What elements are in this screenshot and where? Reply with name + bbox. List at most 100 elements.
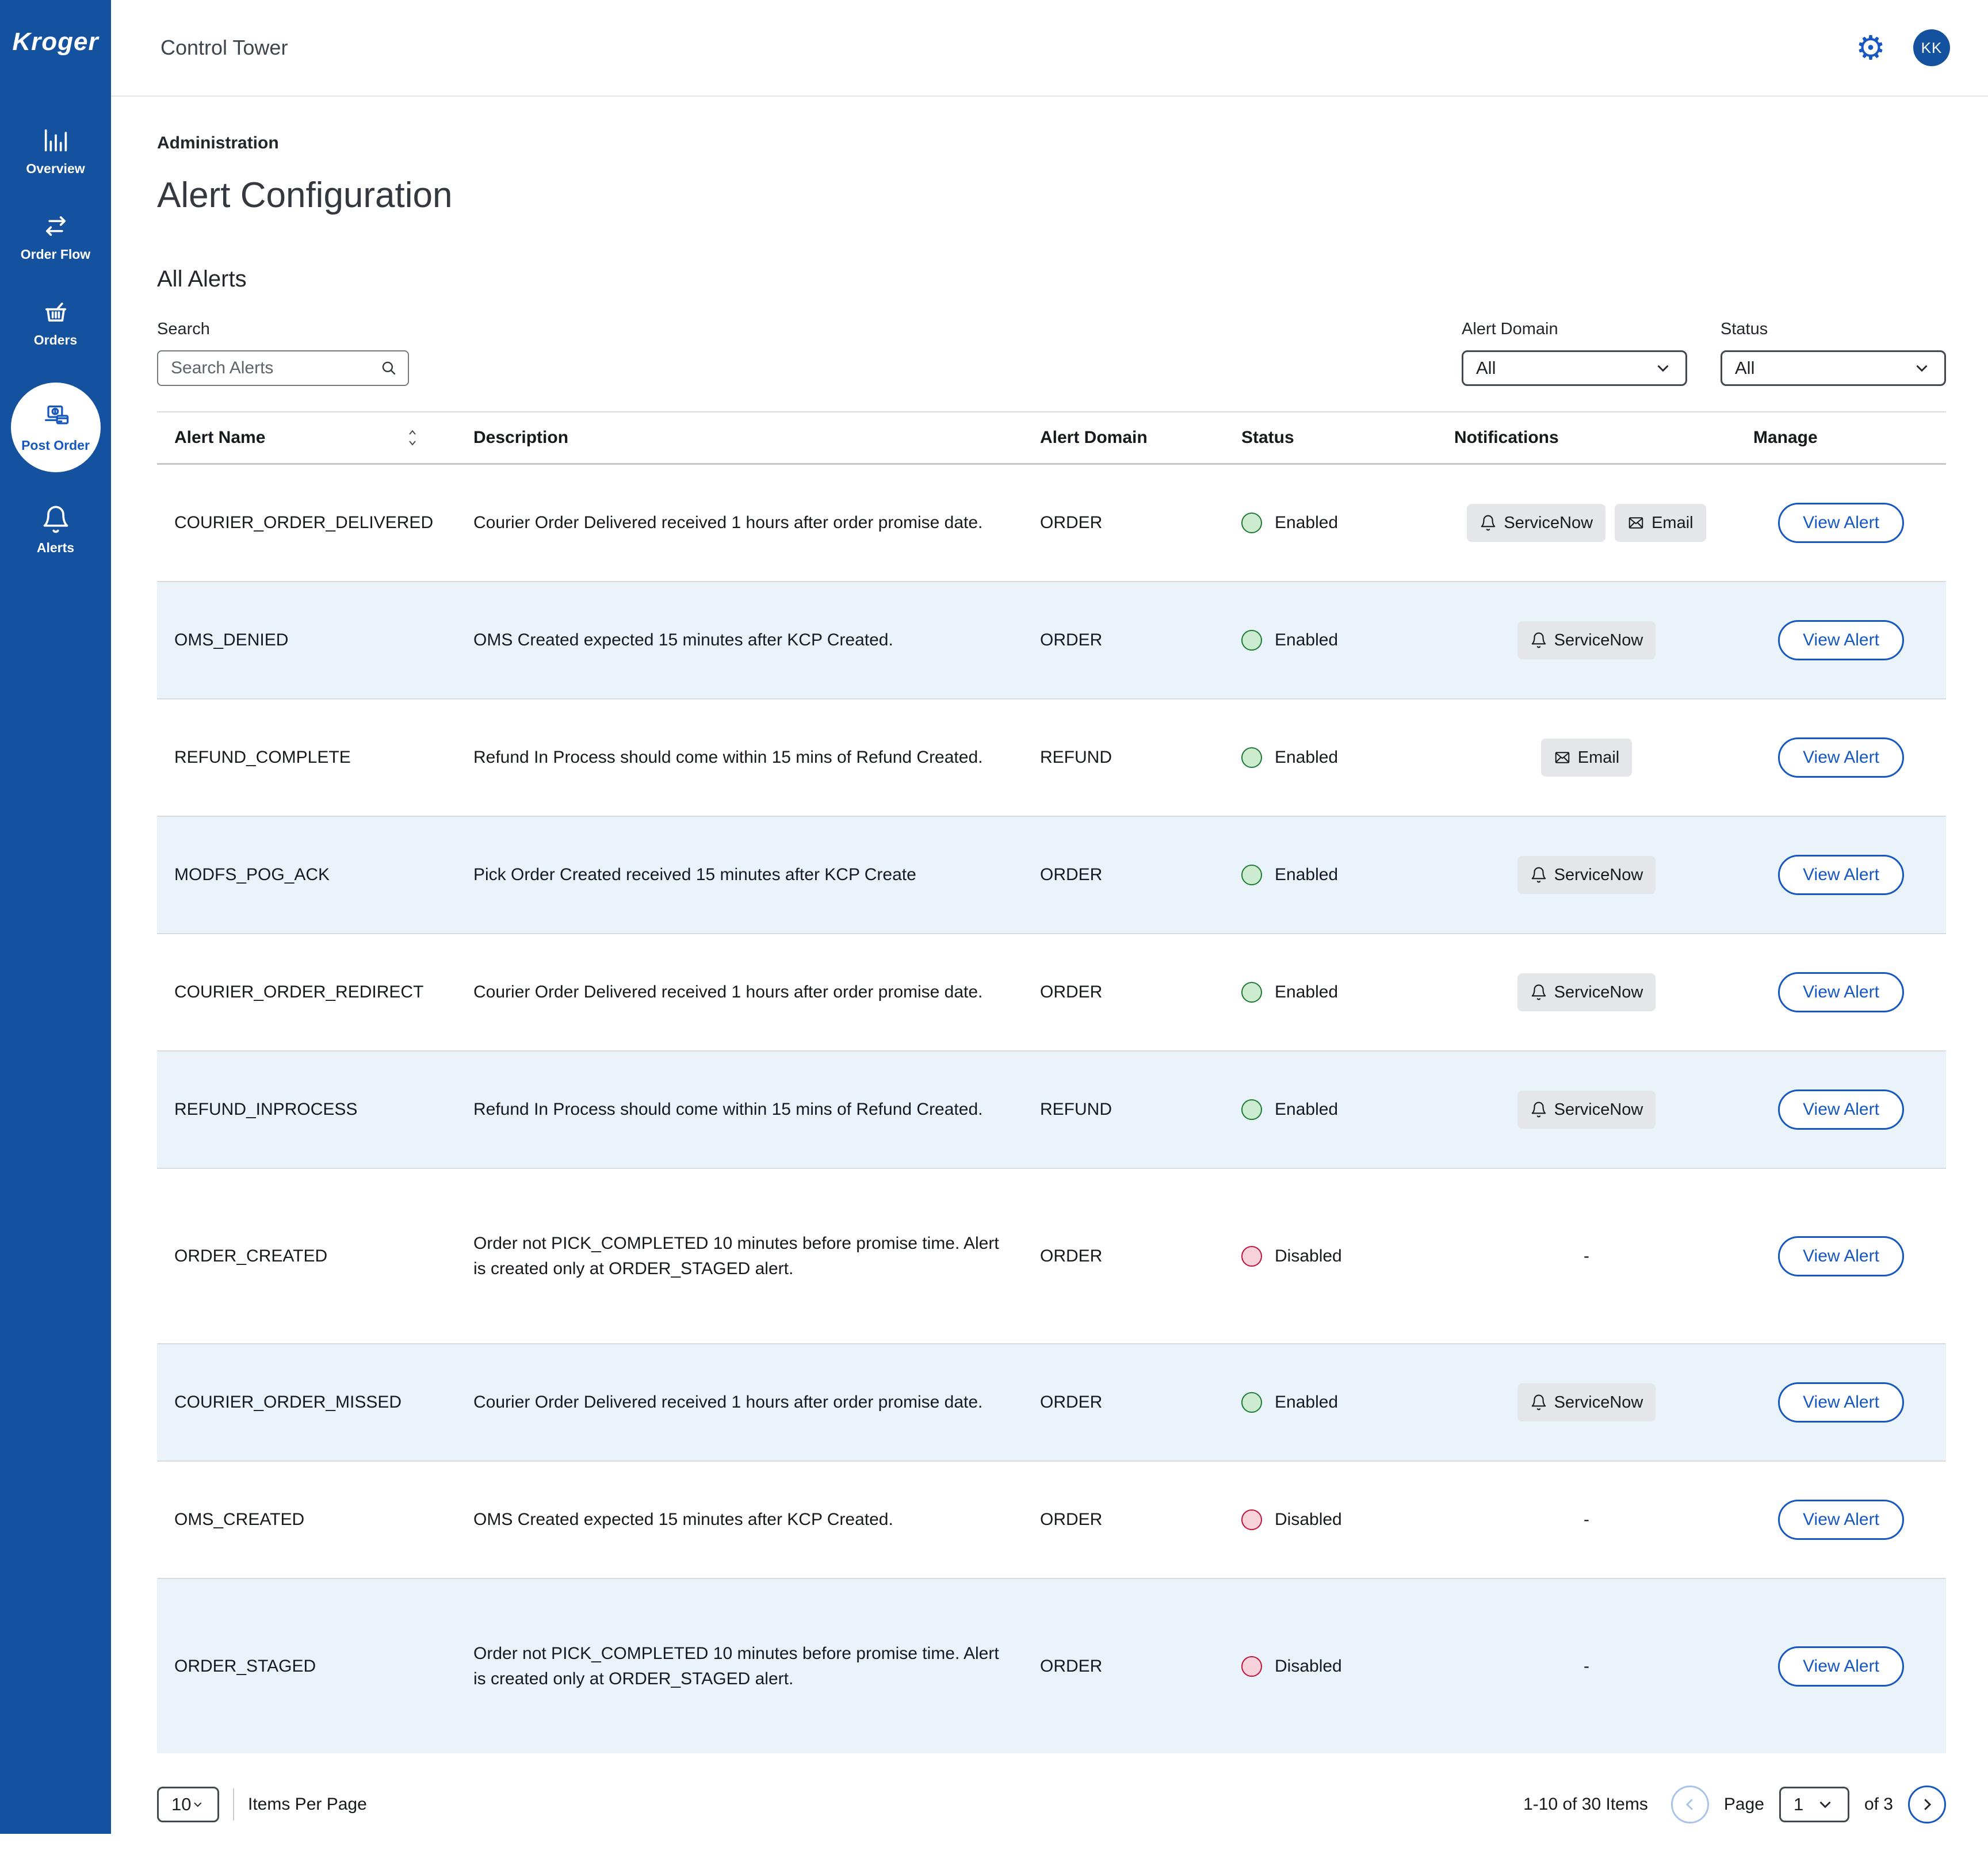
description-cell: Courier Order Delivered received 1 hours… — [456, 464, 1023, 582]
col-alert-domain: Alert Domain — [1023, 412, 1224, 464]
status-label: Status — [1721, 320, 1946, 339]
avatar[interactable]: KK — [1913, 29, 1950, 66]
chevron-down-icon — [191, 1795, 205, 1814]
manage-cell: View Alert — [1736, 1344, 1946, 1461]
table-row: COURIER_ORDER_DELIVERED Courier Order De… — [157, 464, 1946, 582]
description-cell: Order not PICK_COMPLETED 10 minutes befo… — [456, 1168, 1023, 1344]
bell-icon — [1530, 1101, 1547, 1118]
sidebar-item-alerts[interactable]: Alerts — [7, 504, 105, 556]
status-dot — [1241, 1099, 1262, 1120]
view-alert-button[interactable]: View Alert — [1778, 1500, 1904, 1540]
post-order-icon — [41, 402, 71, 432]
range-text: 1-10 of 30 Items — [1523, 1795, 1648, 1814]
notification-chip: ServiceNow — [1517, 621, 1656, 659]
page-title: Alert Configuration — [157, 175, 1946, 216]
search-wrap — [157, 350, 409, 386]
manage-cell: View Alert — [1736, 1168, 1946, 1344]
view-alert-button[interactable]: View Alert — [1778, 1382, 1904, 1423]
page-select[interactable]: 1 — [1779, 1787, 1849, 1822]
sidebar-item-orders[interactable]: Orders — [7, 297, 105, 348]
alert-domain-cell: ORDER — [1023, 1461, 1224, 1578]
alert-domain-cell: ORDER — [1023, 816, 1224, 934]
breadcrumb: Administration — [157, 133, 1946, 153]
alert-domain-cell: ORDER — [1023, 1168, 1224, 1344]
view-alert-button[interactable]: View Alert — [1778, 972, 1904, 1012]
table-row: OMS_DENIED OMS Created expected 15 minut… — [157, 582, 1946, 699]
notifications-cell: ServiceNow — [1437, 1344, 1736, 1461]
no-notifications-dash: - — [1584, 1247, 1589, 1266]
sidebar-item-order-flow[interactable]: Order Flow — [7, 211, 105, 262]
alert-domain-cell: REFUND — [1023, 699, 1224, 816]
sidebar-item-post-order[interactable]: Post Order — [11, 383, 101, 472]
next-page-button[interactable] — [1908, 1786, 1946, 1823]
status-dot — [1241, 747, 1262, 768]
alert-name-cell: MODFS_POG_ACK — [157, 816, 456, 934]
alert-domain-select[interactable]: All — [1462, 350, 1687, 386]
no-notifications-dash: - — [1584, 1657, 1589, 1676]
chevron-down-icon — [1912, 358, 1932, 378]
status-field: Status All — [1721, 320, 1946, 386]
bell-icon — [1530, 984, 1547, 1001]
prev-page-button[interactable] — [1671, 1786, 1709, 1823]
notification-chip-label: ServiceNow — [1554, 980, 1643, 1004]
view-alert-button[interactable]: View Alert — [1778, 620, 1904, 660]
view-alert-button[interactable]: View Alert — [1778, 503, 1904, 543]
status-dot — [1241, 982, 1262, 1003]
table-row: REFUND_COMPLETE Refund In Process should… — [157, 699, 1946, 816]
filters-right: Alert Domain All Status All — [1462, 320, 1946, 386]
items-per-page-select[interactable]: 10 — [157, 1787, 219, 1822]
description-cell: Order not PICK_COMPLETED 10 minutes befo… — [456, 1578, 1023, 1753]
kroger-logo: Kroger — [12, 28, 98, 56]
no-notifications-dash: - — [1584, 1510, 1589, 1529]
alert-name-cell: REFUND_INPROCESS — [157, 1051, 456, 1168]
alert-domain-value: All — [1476, 358, 1496, 379]
col-alert-name-label: Alert Name — [174, 428, 265, 448]
table-row: ORDER_STAGED Order not PICK_COMPLETED 10… — [157, 1578, 1946, 1753]
status-badge: Disabled — [1275, 1507, 1342, 1532]
sidebar-item-overview[interactable]: Overview — [7, 125, 105, 177]
view-alert-button[interactable]: View Alert — [1778, 737, 1904, 778]
description-cell: Refund In Process should come within 15 … — [456, 699, 1023, 816]
bell-icon — [1530, 632, 1547, 649]
view-alert-button[interactable]: View Alert — [1778, 855, 1904, 895]
chevron-down-icon — [1815, 1795, 1835, 1814]
chevron-right-icon — [1918, 1796, 1936, 1813]
description-cell: Pick Order Created received 15 minutes a… — [456, 816, 1023, 934]
top-bar: Control Tower ⚙ KK — [111, 0, 1988, 97]
notification-chip-label: Email — [1651, 511, 1693, 535]
description-cell: Courier Order Delivered received 1 hours… — [456, 934, 1023, 1051]
items-per-page-value: 10 — [171, 1794, 191, 1815]
description-cell: Refund In Process should come within 15 … — [456, 1051, 1023, 1168]
mail-icon — [1554, 749, 1571, 766]
view-alert-button[interactable]: View Alert — [1778, 1236, 1904, 1276]
status-cell: Enabled — [1224, 1344, 1437, 1461]
sidebar-item-label: Overview — [26, 161, 85, 177]
pagination-bar: 10 Items Per Page 1-10 of 30 Items Page … — [157, 1786, 1946, 1858]
notifications-cell: ServiceNow — [1437, 934, 1736, 1051]
notifications-cell: ServiceNow — [1437, 1051, 1736, 1168]
status-dot — [1241, 630, 1262, 651]
chevron-down-icon — [1653, 358, 1673, 378]
status-select[interactable]: All — [1721, 350, 1946, 386]
table-row: REFUND_INPROCESS Refund In Process shoul… — [157, 1051, 1946, 1168]
col-description: Description — [456, 412, 1023, 464]
alert-name-cell: COURIER_ORDER_REDIRECT — [157, 934, 456, 1051]
sort-icon[interactable] — [406, 427, 419, 448]
page-label: Page — [1724, 1795, 1764, 1814]
alert-domain-cell: ORDER — [1023, 464, 1224, 582]
topbar-right: ⚙ KK — [1856, 29, 1950, 66]
table-row: MODFS_POG_ACK Pick Order Created receive… — [157, 816, 1946, 934]
mail-icon — [1627, 514, 1645, 532]
view-alert-button[interactable]: View Alert — [1778, 1089, 1904, 1130]
sidebar-item-label: Post Order — [21, 438, 90, 453]
col-manage: Manage — [1736, 412, 1946, 464]
view-alert-button[interactable]: View Alert — [1778, 1646, 1904, 1687]
search-input[interactable] — [157, 350, 409, 386]
notification-chip: ServiceNow — [1517, 1091, 1656, 1129]
table-row: OMS_CREATED OMS Created expected 15 minu… — [157, 1461, 1946, 1578]
alert-domain-cell: ORDER — [1023, 582, 1224, 699]
table-body: COURIER_ORDER_DELIVERED Courier Order De… — [157, 464, 1946, 1754]
description-cell: OMS Created expected 15 minutes after KC… — [456, 582, 1023, 699]
notification-chip-label: ServiceNow — [1554, 1098, 1643, 1122]
gear-icon[interactable]: ⚙ — [1856, 31, 1886, 64]
